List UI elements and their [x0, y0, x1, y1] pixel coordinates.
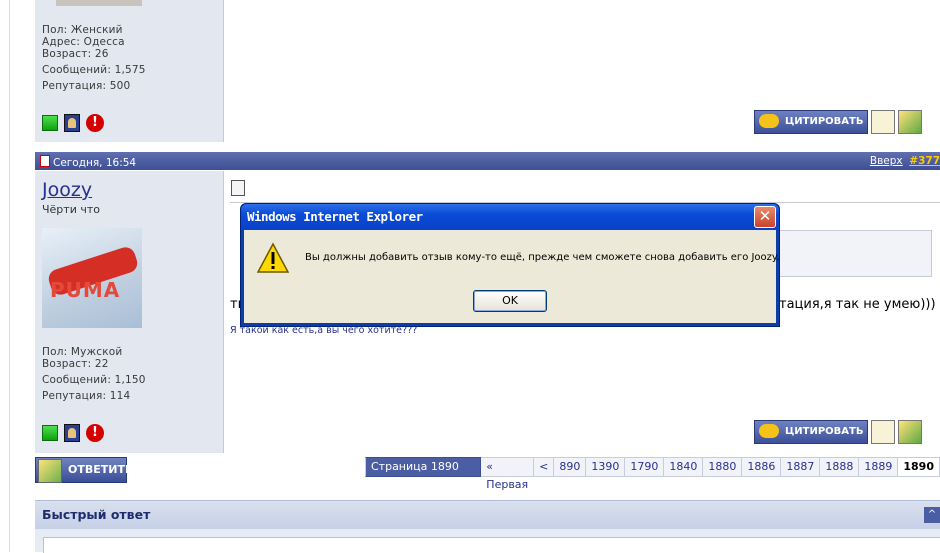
page-left-border: [9, 0, 10, 552]
post1-address: Адрес: Одесса: [42, 36, 125, 48]
pager-page[interactable]: 1886: [742, 457, 782, 477]
online-status-icon: [42, 425, 58, 441]
pager-page[interactable]: 1887: [781, 457, 821, 477]
quick-reply-header: Быстрый ответ ^: [35, 500, 940, 529]
post2-text-right: тация,я так не умею))): [779, 297, 936, 312]
quick-reply-title: Быстрый ответ: [42, 507, 151, 522]
post2-username[interactable]: Joozy: [42, 179, 92, 201]
user-info-icon[interactable]: [64, 114, 80, 132]
post2-user-info: Пол: Мужской Возраст: 22 Сообщений: 1,15…: [42, 346, 146, 402]
post2-header-bar: Сегодня, 16:54 Вверх #377: [35, 152, 940, 170]
dialog-message: Вы должны добавить отзыв кому-то ещё, пр…: [305, 252, 780, 263]
top-link[interactable]: Вверх: [870, 155, 903, 167]
pager-prev[interactable]: <: [534, 457, 555, 477]
post1-user-info: Пол: Женский Адрес: Одесса Возраст: 26 С…: [42, 24, 146, 92]
multiquote-icon[interactable]: [871, 110, 896, 134]
reply-button[interactable]: ОТВЕТИТЬ: [35, 457, 133, 483]
pager-page[interactable]: 1840: [664, 457, 704, 477]
report-warning-icon[interactable]: !: [86, 114, 104, 132]
dialog-title: Windows Internet Explorer: [247, 209, 423, 224]
post1-messages: Сообщений: 1,575: [42, 64, 146, 76]
post-number-link[interactable]: #377: [909, 155, 940, 167]
post1-age: Возраст: 26: [42, 48, 109, 60]
post2-age: Возраст: 22: [42, 358, 109, 370]
pager-label: Страница 1890 из 1890: [365, 457, 482, 491]
post2-post-icon: [231, 180, 245, 196]
pager-page[interactable]: 1790: [625, 457, 665, 477]
pager-page[interactable]: 1880: [703, 457, 743, 477]
post2-action-buttons: ЦИТИРОВАТЬ: [754, 420, 923, 444]
quick-reply-editor[interactable]: [43, 537, 940, 553]
pager-first[interactable]: « Первая: [481, 457, 535, 491]
post1-avatar-fragment: [56, 0, 142, 6]
post2-avatar[interactable]: PUMA: [42, 228, 142, 328]
quote-button[interactable]: ЦИТИРОВАТЬ: [754, 110, 869, 134]
post2-user-title: Чёрти что: [42, 203, 100, 216]
user-info-icon[interactable]: [64, 424, 80, 442]
quick-reply-icon[interactable]: [898, 110, 923, 134]
post2-gender: Пол: Мужской: [42, 346, 123, 358]
reply-icon: [38, 459, 62, 483]
multiquote-icon[interactable]: [871, 420, 896, 444]
pager-current-page: 1890: [898, 457, 940, 477]
post-date: Сегодня, 16:54: [40, 155, 136, 169]
dialog-client-area: Вы должны добавить отзыв кому-то ещё, пр…: [244, 230, 780, 323]
quick-reply-icon[interactable]: [898, 420, 923, 444]
post1-status-icons: !: [42, 114, 104, 132]
post2-status-icons: !: [42, 424, 104, 442]
pager-page[interactable]: 1889: [859, 457, 899, 477]
avatar-puma-logo: PUMA: [50, 278, 121, 302]
pager-page[interactable]: 1390: [586, 457, 626, 477]
report-warning-icon[interactable]: !: [86, 424, 104, 442]
post1-gender: Пол: Женский: [42, 24, 123, 36]
quote-button[interactable]: ЦИТИРОВАТЬ: [754, 420, 869, 444]
post1-reputation: Репутация: 500: [42, 80, 131, 92]
post2-messages: Сообщений: 1,150: [42, 374, 146, 386]
post-header-links: Вверх #377: [870, 155, 940, 167]
close-icon[interactable]: ✕: [754, 206, 776, 228]
post-status-icon: [40, 155, 50, 167]
quote-box: [770, 230, 932, 277]
reply-label: ОТВЕТИТЬ: [68, 463, 134, 476]
post2-reputation: Репутация: 114: [42, 390, 131, 402]
collapse-icon[interactable]: ^: [924, 507, 940, 523]
warning-icon: [256, 242, 290, 273]
pagination: Страница 1890 из 1890 « Первая < 890 139…: [365, 457, 940, 491]
pager-page[interactable]: 890: [554, 457, 587, 477]
dialog-titlebar[interactable]: Windows Internet Explorer ✕: [241, 204, 779, 230]
post1-action-buttons: ЦИТИРОВАТЬ: [754, 110, 923, 134]
ie-alert-dialog: Windows Internet Explorer ✕ Вы должны до…: [240, 203, 780, 327]
ok-button[interactable]: OK: [473, 290, 547, 312]
online-status-icon: [42, 115, 58, 131]
pager-page[interactable]: 1888: [820, 457, 860, 477]
